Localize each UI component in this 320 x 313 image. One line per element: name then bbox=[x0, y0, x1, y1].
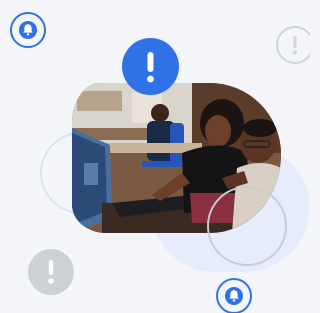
exclamation-icon bbox=[122, 38, 179, 95]
decorative-ring-right bbox=[207, 186, 287, 266]
bell-icon bbox=[216, 278, 252, 313]
exclamation-icon bbox=[276, 26, 310, 64]
notification-illustration bbox=[0, 0, 310, 313]
bell-icon bbox=[10, 12, 46, 48]
exclamation-icon bbox=[28, 249, 74, 295]
